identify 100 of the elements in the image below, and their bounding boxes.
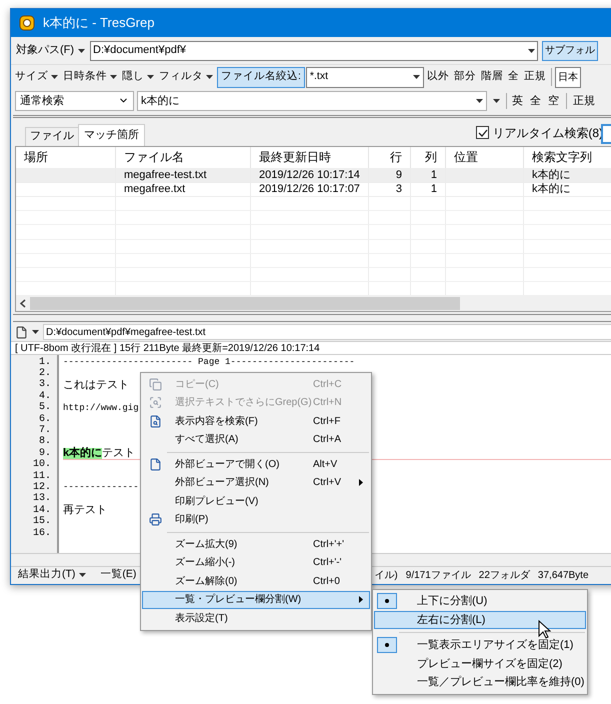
copy-icon: [148, 378, 162, 391]
caret-icon: [528, 48, 536, 53]
menu-item[interactable]: 一覧・プレビュー欄分割(W): [142, 590, 370, 609]
menu-item[interactable]: ズーム縮小(-) Ctrl+'-': [142, 554, 370, 572]
filter-toggle[interactable]: 正規: [522, 69, 548, 86]
status-text: 22フォルダ: [478, 568, 530, 583]
caret-icon: [51, 75, 58, 80]
line-number: 7.: [38, 426, 51, 436]
match-highlight: k本的に: [63, 448, 102, 459]
table-cell-text: megafree-test.txt: [124, 168, 207, 183]
search-toggle[interactable]: 空: [546, 92, 561, 110]
line-number: 12.: [32, 482, 51, 493]
line-number: 1.: [38, 358, 51, 368]
regex-toggle[interactable]: 正規: [572, 92, 596, 110]
line-number: 11.: [32, 472, 51, 482]
menu-item[interactable]: 外部ビューアで開く(O) Alt+V: [142, 455, 370, 474]
subfolder-button[interactable]: サブフォル: [542, 40, 598, 61]
line-number: 5.: [38, 403, 51, 414]
search-toggle[interactable]: 全: [528, 92, 543, 110]
search-icon: [148, 414, 162, 428]
menu-item[interactable]: 表示内容を検索(F) Ctrl+F: [142, 412, 370, 430]
table-cell-text: 1: [430, 168, 437, 183]
table-cell-text: megafree.txt: [124, 182, 186, 198]
search-toggle[interactable]: 英: [510, 92, 525, 110]
realtime-checkbox[interactable]: [476, 126, 490, 140]
code-line: --------------: [63, 483, 139, 492]
table-row[interactable]: megafree.txt 2019/12/26 10:17:07 3 1 k本的に: [16, 182, 611, 198]
status-text: イル): [374, 568, 398, 583]
menu-item[interactable]: 左右に分割(L): [374, 610, 586, 629]
checkmark-icon: [478, 128, 488, 137]
menu-item[interactable]: 一覧／プレビュー欄比率を維持(0): [374, 673, 586, 692]
status-text: 37,647Byte: [538, 568, 589, 583]
code-line: http://www.gig: [63, 404, 139, 413]
document-icon: [148, 458, 162, 471]
table-cell-text: k本的に: [532, 168, 570, 183]
filter-menu[interactable]: 隠し: [121, 69, 155, 86]
submenu-arrow-icon: [359, 479, 363, 486]
filter-toggle[interactable]: 以外: [424, 69, 451, 86]
menu-item[interactable]: ズーム解除(0) Ctrl+0: [142, 572, 370, 590]
caret-icon: [32, 330, 39, 334]
table-cell-text: k本的に: [532, 182, 570, 198]
menu-item[interactable]: 上下に分割(U): [374, 592, 586, 610]
caret-icon: [206, 75, 213, 80]
menu-item[interactable]: 表示設定(T): [142, 609, 370, 628]
line-number: 14.: [32, 506, 51, 516]
filter-menu[interactable]: サイズ: [14, 69, 59, 86]
menu-item[interactable]: プレビュー欄サイズを固定(2): [374, 654, 586, 673]
window-title: k本的に - TresGrep: [43, 14, 154, 32]
caret-icon: [79, 573, 86, 578]
code-line: 再テスト: [63, 505, 107, 516]
menu-item[interactable]: 外部ビューア選択(N) Ctrl+V: [142, 474, 370, 492]
tab[interactable]: ファイル: [25, 126, 78, 146]
line-number: 8.: [38, 437, 51, 448]
table-row[interactable]: megafree-test.txt 2019/12/26 10:17:14 9 1 k本的に: [16, 168, 611, 183]
tab[interactable]: マッチ箇所: [78, 124, 145, 146]
table-cell-text: 2019/12/26 10:17:14: [259, 168, 360, 183]
caret-icon: [110, 75, 117, 80]
app-logo-icon: [19, 15, 35, 31]
caret-icon: [147, 75, 154, 80]
filename-filter-button[interactable]: ファイル名絞込:: [217, 66, 305, 88]
status-menu[interactable]: 結果出力(T): [15, 567, 90, 584]
line-number: 16.: [32, 528, 51, 539]
code-line: ------------------------ Page 1-----------------------: [63, 358, 355, 368]
search-mode-dropdown[interactable]: 通常検索: [15, 90, 134, 111]
filter-toggle[interactable]: 全: [506, 69, 521, 86]
printer-icon: [148, 513, 162, 526]
caret-icon: [476, 98, 483, 103]
grep-icon: [148, 396, 162, 410]
line-number: 3.: [38, 380, 51, 390]
menu-item[interactable]: 印刷(P): [142, 510, 370, 529]
line-number: 4.: [38, 392, 51, 402]
path-field[interactable]: D:¥document¥pdf¥: [90, 40, 538, 61]
splitter[interactable]: [13, 114, 611, 118]
horizontal-scrollbar[interactable]: [16, 296, 611, 311]
document-icon: [15, 326, 28, 339]
splitter[interactable]: [13, 314, 611, 322]
code-line: テスト: [102, 448, 136, 459]
mouse-pointer-icon: [538, 620, 551, 639]
filename-field[interactable]: *.txt: [306, 66, 424, 88]
filter-menu[interactable]: 日時条件: [62, 69, 118, 86]
table-cell-text: 1: [430, 182, 437, 198]
filter-toggle[interactable]: 階層: [478, 69, 505, 86]
filter-toggle[interactable]: 部分: [452, 69, 478, 86]
search-query-field[interactable]: k本的に: [137, 90, 487, 111]
status-text: 9/171ファイル: [406, 568, 471, 583]
file-info: [ UTF-8bom 改行混在 ] 15行 211Byte 最終更新=2019/12/26 10:17:14: [11, 340, 611, 355]
submenu-arrow-icon: [359, 596, 363, 604]
caret-icon: [493, 98, 500, 103]
line-number: 10.: [32, 460, 51, 470]
code-line: これはテスト: [63, 380, 129, 391]
menu-item[interactable]: 一覧表示エリアサイズを固定(1): [374, 636, 586, 654]
menu-item[interactable]: ズーム拡大(9) Ctrl+'+': [142, 535, 370, 554]
line-number: 6.: [38, 414, 51, 425]
filter-menu[interactable]: フィルタ: [158, 69, 214, 86]
encoding-dropdown[interactable]: 日本: [554, 66, 581, 88]
menu-item[interactable]: すべて選択(A) Ctrl+A: [142, 430, 370, 449]
target-path-menu[interactable]: 対象パス(F): [15, 42, 86, 59]
menu-item[interactable]: 印刷プレビュー(V): [142, 492, 370, 510]
table-cell-text: 3: [396, 182, 402, 198]
line-number: 2.: [38, 369, 51, 380]
